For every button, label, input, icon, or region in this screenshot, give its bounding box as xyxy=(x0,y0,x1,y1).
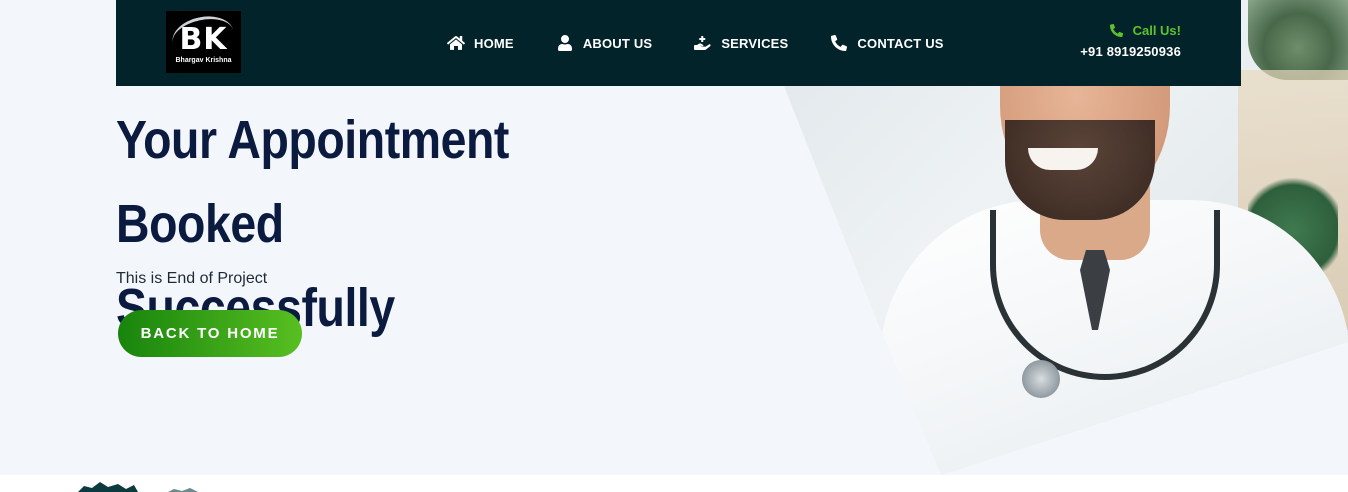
footer-decoration xyxy=(78,482,198,492)
nav-item-home[interactable]: HOME xyxy=(447,35,514,51)
nav-label-about: ABOUT US xyxy=(582,35,653,51)
doctor-beard xyxy=(1005,120,1155,220)
nav-label-home: HOME xyxy=(474,35,514,51)
nav-label-services: SERVICES xyxy=(721,35,789,51)
top-navbar: BK Bhargav Krishna HOME ABOUT US SERVICE… xyxy=(116,0,1241,86)
nav-item-services[interactable]: SERVICES xyxy=(694,35,788,51)
hero-subtitle: This is End of Project xyxy=(116,270,268,287)
back-to-home-button[interactable]: BACK TO HOME xyxy=(118,310,302,357)
contact-block: Call Us! +91 8919250936 xyxy=(1080,20,1181,60)
plant-decoration xyxy=(1248,0,1348,80)
title-line-1: Your Appointment Booked xyxy=(116,110,509,254)
nav-item-about[interactable]: ABOUT US xyxy=(556,35,653,51)
main-menu: HOME ABOUT US SERVICES CONTACT US xyxy=(447,0,986,86)
phone-number-link[interactable]: +91 8919250936 xyxy=(1080,44,1181,59)
nav-label-contact: CONTACT US xyxy=(857,35,944,51)
phone-icon xyxy=(831,35,848,51)
call-us-label: Call Us! xyxy=(1132,22,1181,38)
phone-icon xyxy=(1109,23,1123,37)
doctor-smile xyxy=(1028,148,1098,170)
logo-letters: BK xyxy=(179,21,228,57)
call-us-line: Call Us! xyxy=(1080,20,1181,40)
home-icon xyxy=(447,36,465,50)
nav-item-contact[interactable]: CONTACT US xyxy=(830,35,943,51)
stethoscope-bell xyxy=(1022,360,1060,398)
brand-logo[interactable]: BK Bhargav Krishna xyxy=(166,11,241,73)
medical-hand-icon xyxy=(694,36,711,50)
logo-subtitle: Bhargav Krishna xyxy=(175,56,232,64)
user-icon xyxy=(557,35,572,51)
